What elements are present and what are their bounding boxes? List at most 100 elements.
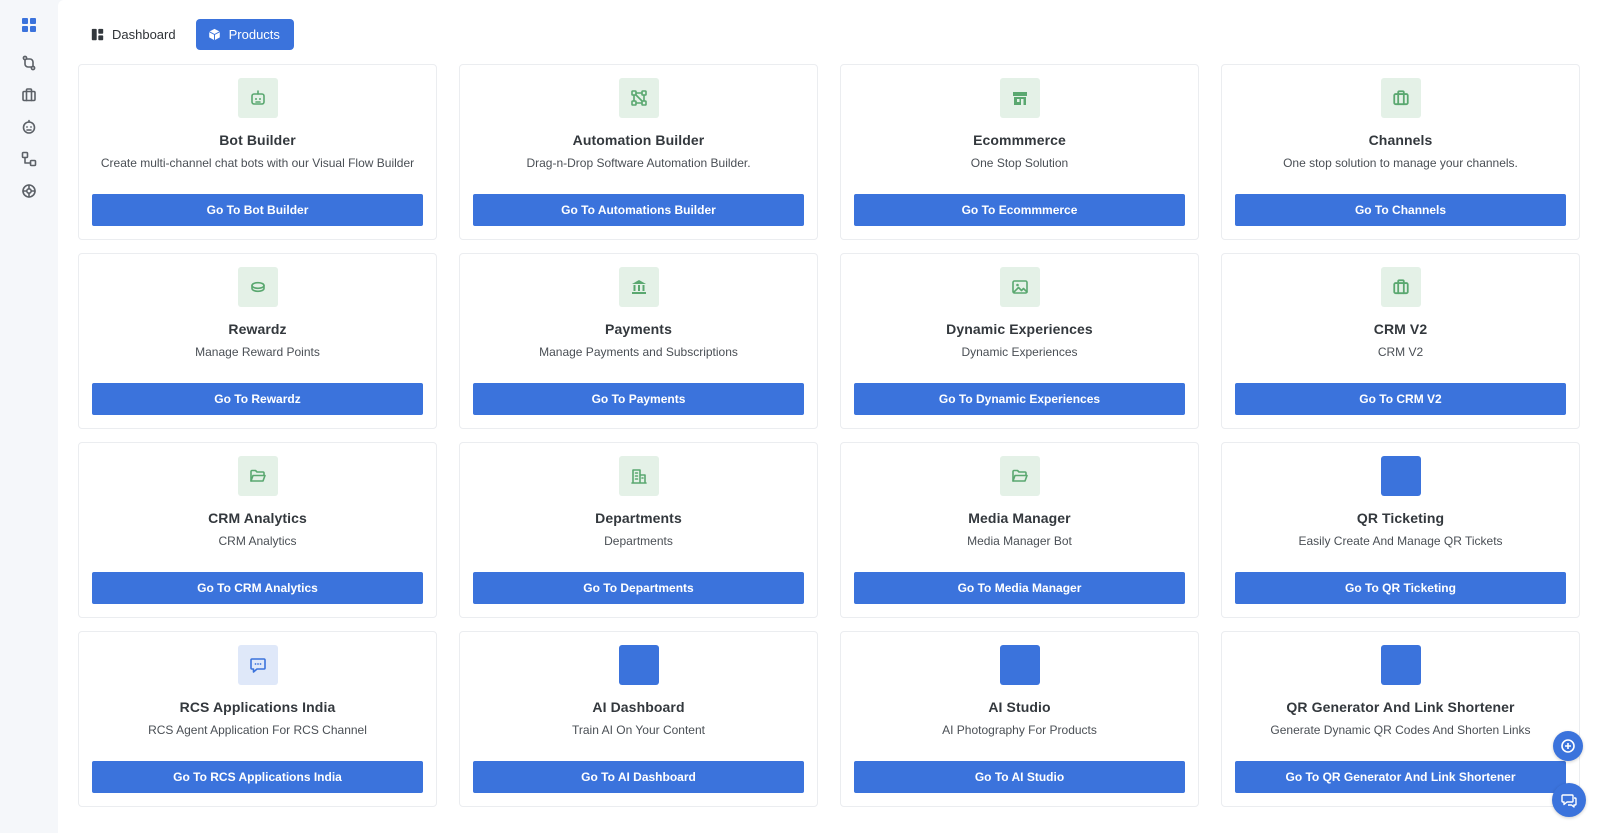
settings-circle-icon[interactable] (16, 178, 42, 204)
product-card-ai-dashboard: AI Dashboard Train AI On Your Content Go T… (459, 631, 818, 807)
card-title: QR Ticketing (1356, 510, 1445, 526)
building-icon (618, 456, 659, 496)
app-root: Dashboard Products Bot Builder Create mult… (0, 0, 1600, 833)
tab-bar: Dashboard Products (79, 19, 294, 50)
briefcase-icon (1380, 78, 1421, 118)
card-title: Departments (595, 510, 682, 526)
folder-open-icon (237, 456, 278, 496)
dashboard-icon (91, 28, 104, 41)
product-card-dynamic-experiences: Dynamic Experiences Dynamic Experiences Go… (840, 253, 1199, 429)
card-title: Dynamic Experiences (946, 321, 1093, 337)
tab-dashboard[interactable]: Dashboard (79, 19, 190, 50)
go-to-crm-analytics-button[interactable]: Go To CRM Analytics (92, 572, 423, 604)
go-to-ai-dashboard-button[interactable]: Go To AI Dashboard (473, 761, 804, 793)
blank-square-icon (1380, 456, 1421, 496)
blank-square-icon (618, 645, 659, 685)
workflow-icon (618, 78, 659, 118)
product-card-media-manager: Media Manager Media Manager Bot Go To Medi… (840, 442, 1199, 618)
go-to-rcs-applications-india-button[interactable]: Go To RCS Applications India (92, 761, 423, 793)
main-content: Dashboard Products Bot Builder Create mult… (58, 0, 1600, 833)
go-to-bot-builder-button[interactable]: Go To Bot Builder (92, 194, 423, 226)
card-description: Departments (604, 534, 673, 548)
card-description: One Stop Solution (970, 156, 1069, 170)
product-card-automation-builder: Automation Builder Drag-n-Drop Software A… (459, 64, 818, 240)
card-title: Bot Builder (219, 132, 296, 148)
go-to-ai-studio-button[interactable]: Go To AI Studio (854, 761, 1185, 793)
go-to-dynamic-experiences-button[interactable]: Go To Dynamic Experiences (854, 383, 1185, 415)
sidebar (0, 0, 58, 833)
go-to-departments-button[interactable]: Go To Departments (473, 572, 804, 604)
briefcase-icon[interactable] (16, 82, 42, 108)
card-description: Dynamic Experiences (961, 345, 1078, 359)
card-title: Channels (1368, 132, 1433, 148)
cube-icon (208, 28, 221, 41)
card-description: Media Manager Bot (967, 534, 1072, 548)
product-card-departments: Departments Departments Go To Departments (459, 442, 818, 618)
image-icon (999, 267, 1040, 307)
card-title: Rewardz (228, 321, 287, 337)
card-title: CRM V2 (1373, 321, 1428, 337)
blank-square-icon (1380, 645, 1421, 685)
folder-open-icon (999, 456, 1040, 496)
go-to-channels-button[interactable]: Go To Channels (1235, 194, 1566, 226)
flow-nodes-icon[interactable] (16, 146, 42, 172)
chat-icon (1561, 792, 1577, 808)
product-card-rcs-applications-india: RCS Applications India RCS Agent Applicat… (78, 631, 437, 807)
card-title: AI Dashboard (592, 699, 685, 715)
card-title: AI Studio (988, 699, 1051, 715)
card-description: One stop solution to manage your channel… (1283, 156, 1518, 170)
card-description: Drag-n-Drop Software Automation Builder. (526, 156, 751, 170)
card-title: Automation Builder (572, 132, 705, 148)
card-description: Generate Dynamic QR Codes And Shorten Li… (1270, 723, 1531, 737)
briefcase-icon (1380, 267, 1421, 307)
card-description: Manage Payments and Subscriptions (539, 345, 738, 359)
coins-icon (237, 267, 278, 307)
products-grid: Bot Builder Create multi-channel chat bot… (78, 64, 1580, 807)
tab-label: Products (228, 27, 280, 42)
go-to-qr-ticketing-button[interactable]: Go To QR Ticketing (1235, 572, 1566, 604)
go-to-qr-generator-and-link-shortener-button[interactable]: Go To QR Generator And Link Shortener (1235, 761, 1566, 793)
go-to-payments-button[interactable]: Go To Payments (473, 383, 804, 415)
card-description: AI Photography For Products (942, 723, 1097, 737)
robot-icon (237, 78, 278, 118)
bank-icon (618, 267, 659, 307)
bot-face-icon[interactable] (16, 114, 42, 140)
grid-logo-icon[interactable] (16, 12, 42, 38)
product-card-qr-ticketing: QR Ticketing Easily Create And Manage QR … (1221, 442, 1580, 618)
product-card-crm-v2: CRM V2 CRM V2 Go To CRM V2 (1221, 253, 1580, 429)
product-card-bot-builder: Bot Builder Create multi-channel chat bot… (78, 64, 437, 240)
card-description: Create multi-channel chat bots with our … (100, 156, 415, 170)
tab-label: Dashboard (112, 27, 176, 42)
card-title: RCS Applications India (179, 699, 336, 715)
go-to-ecommmerce-button[interactable]: Go To Ecommmerce (854, 194, 1185, 226)
product-card-channels: Channels One stop solution to manage your… (1221, 64, 1580, 240)
card-title: Ecommmerce (973, 132, 1066, 148)
go-to-automation-builder-button[interactable]: Go To Automations Builder (473, 194, 804, 226)
product-card-ecommmerce: Ecommmerce One Stop Solution Go To Ecommme… (840, 64, 1199, 240)
go-to-rewardz-button[interactable]: Go To Rewardz (92, 383, 423, 415)
card-title: QR Generator And Link Shortener (1286, 699, 1515, 715)
add-fab-button[interactable] (1553, 731, 1583, 761)
go-to-crm-v2-button[interactable]: Go To CRM V2 (1235, 383, 1566, 415)
card-title: CRM Analytics (208, 510, 307, 526)
card-description: Manage Reward Points (195, 345, 320, 359)
blank-square-icon (999, 645, 1040, 685)
chat-bubble-icon (237, 645, 278, 685)
product-card-rewardz: Rewardz Manage Reward Points Go To Rewardz (78, 253, 437, 429)
storefront-icon (999, 78, 1040, 118)
product-card-payments: Payments Manage Payments and Subscription… (459, 253, 818, 429)
card-description: Easily Create And Manage QR Tickets (1298, 534, 1503, 548)
card-description: Train AI On Your Content (572, 723, 705, 737)
card-description: CRM V2 (1377, 345, 1424, 359)
card-title: Payments (605, 321, 672, 337)
tab-products[interactable]: Products (195, 19, 294, 50)
product-card-ai-studio: AI Studio AI Photography For Products Go T… (840, 631, 1199, 807)
card-title: Media Manager (968, 510, 1071, 526)
chat-fab-button[interactable] (1552, 783, 1586, 817)
card-description: RCS Agent Application For RCS Channel (148, 723, 367, 737)
routes-icon[interactable] (16, 50, 42, 76)
product-card-qr-generator-and-link-shortener: QR Generator And Link Shortener Generate … (1221, 631, 1580, 807)
product-card-crm-analytics: CRM Analytics CRM Analytics Go To CRM Anal… (78, 442, 437, 618)
go-to-media-manager-button[interactable]: Go To Media Manager (854, 572, 1185, 604)
plus-circle-icon (1560, 738, 1576, 754)
